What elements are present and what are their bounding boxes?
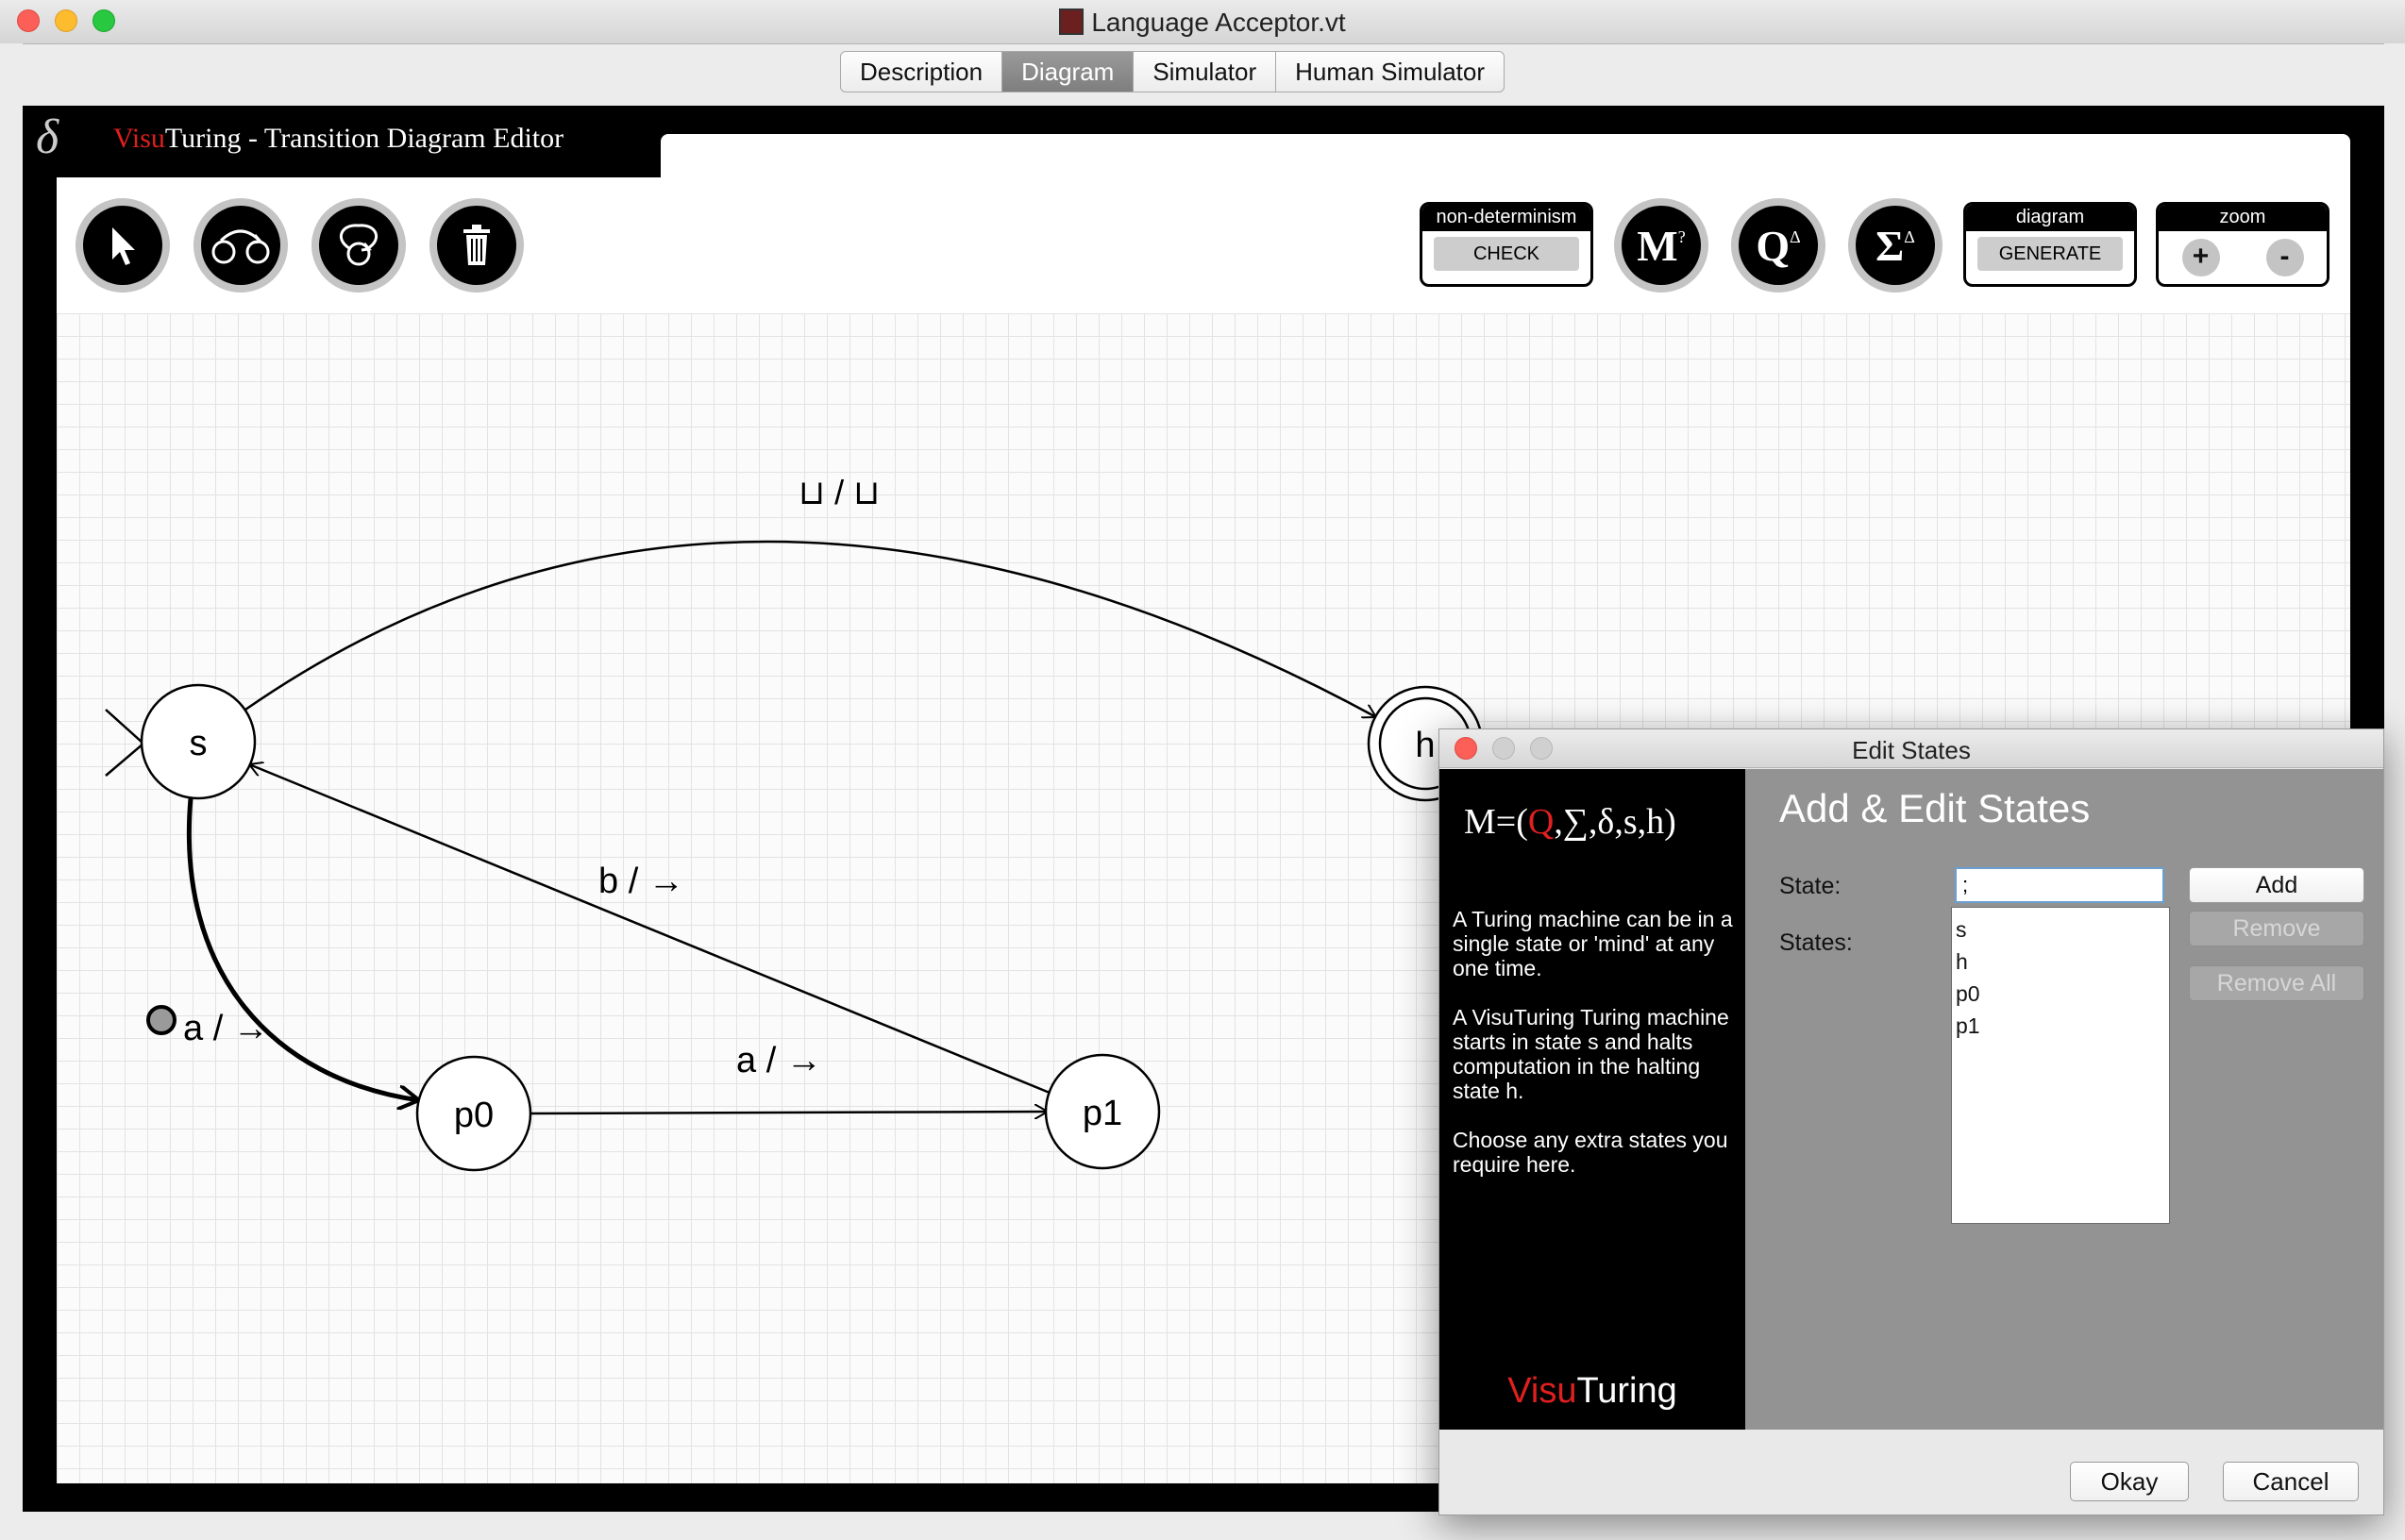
window-title-text: Language Acceptor.vt [1091,8,1346,37]
list-item[interactable]: h [1956,946,2165,978]
state-label: State: [1779,873,1842,899]
state-input[interactable] [1955,867,2164,903]
state-s-label: s [190,724,208,763]
states-list[interactable]: s h p0 p1 [1951,907,2170,1224]
help-text-3: Choose any extra states you require here… [1453,1128,1728,1177]
list-item[interactable]: p0 [1956,978,2165,1010]
edit-states-button[interactable]: QΔ [1731,198,1825,293]
formula-prefix: M=( [1464,802,1528,842]
dialog-info-panel: M=(Q,∑,δ,s,h) A Turing machine can be in… [1439,769,1745,1430]
help-text-2: A VisuTuring Turing machine starts in st… [1453,1005,1729,1103]
logo-visu: Visu [1507,1371,1577,1411]
state-p0-label: p0 [454,1096,494,1135]
add-button[interactable]: Add [2189,867,2364,903]
window-left-edge [0,43,23,1540]
remove-all-button[interactable]: Remove All [2189,965,2364,1001]
select-tool-button[interactable] [76,198,170,293]
state-p1[interactable]: p1 [1044,1053,1161,1170]
cancel-button[interactable]: Cancel [2223,1462,2359,1501]
transition-p1-to-s[interactable] [249,764,1051,1095]
dialog-form-panel: Add & Edit States State: Add States: s h… [1745,769,2383,1430]
okay-button[interactable]: Okay [2070,1462,2189,1501]
nondeterminism-header: non-determinism [1422,205,1590,231]
transition-handle[interactable] [146,1005,177,1035]
zoom-in-button[interactable]: + [2181,239,2220,276]
help-text-1: A Turing machine can be in a single stat… [1453,907,1733,980]
formula-suffix: ,∑,δ,s,h) [1554,802,1676,842]
transition-label-p1-s[interactable]: b / → [598,862,684,901]
transition-p0-to-p1[interactable] [528,1112,1048,1113]
document-icon [1059,8,1085,35]
editor-title: VisuTuring - Transition Diagram Editor [113,123,563,155]
window-right-edge [2384,43,2405,1540]
add-loop-tool-button[interactable] [311,198,406,293]
visuturing-logo: VisuTuring [1439,1371,1745,1412]
states-sup: Δ [1790,226,1801,246]
machine-formula: M=(Q,∑,δ,s,h) [1464,801,1676,843]
edit-states-dialog: Edit States M=(Q,∑,δ,s,h) A Turing machi… [1438,728,2384,1515]
editor-title-brand: Visu [113,123,165,154]
trash-icon [463,225,490,265]
window-title: Language Acceptor.vt [0,8,2405,38]
window-titlebar: Language Acceptor.vt [0,0,2405,44]
transition-s-to-h[interactable] [244,540,1376,717]
logo-turing: Turing [1576,1371,1677,1411]
delta-logo: δ [36,110,59,164]
delete-tool-button[interactable] [429,198,524,293]
generate-button[interactable]: GENERATE [1977,237,2123,271]
nondeterminism-panel: non-determinism CHECK [1420,202,1593,287]
diagram-header: diagram [1966,205,2134,231]
transition-s-to-p0[interactable] [187,797,419,1100]
start-state-marker [105,709,145,777]
panel-heading: Add & Edit States [1779,786,2091,830]
transition-label-s-p0[interactable]: a / → [183,1009,269,1048]
alphabet-sup: Δ [1904,226,1915,246]
states-glyph: Q [1756,221,1791,270]
state-s[interactable]: s [140,683,257,800]
alphabet-glyph: Σ [1875,221,1905,270]
transition-label-p0-p1[interactable]: a / → [736,1041,822,1080]
formula-q: Q [1527,802,1555,842]
check-button[interactable]: CHECK [1434,237,1579,271]
select-arrow-icon [112,227,135,265]
dialog-titlebar: Edit States [1439,729,2383,768]
editor-title-rest: Turing - Transition Diagram Editor [164,123,564,154]
tab-human-simulator[interactable]: Human Simulator [1276,52,1504,92]
edit-alphabet-button[interactable]: ΣΔ [1848,198,1942,293]
state-h-label: h [1415,726,1435,765]
add-transition-tool-button[interactable] [193,198,288,293]
transition-label-s-h[interactable]: ⊔ / ⊔ [799,473,880,511]
editor-header-strip [661,134,2350,177]
machine-definition-button[interactable]: M? [1614,198,1708,293]
tab-diagram[interactable]: Diagram [1002,52,1135,92]
zoom-out-button[interactable]: - [2265,239,2304,276]
machine-sup: ? [1677,226,1686,246]
state-p0[interactable]: p0 [415,1055,532,1172]
zoom-header: zoom [2159,205,2327,231]
machine-glyph: M [1637,221,1678,270]
main-tabs: Description Diagram Simulator Human Simu… [840,51,1505,92]
dialog-title: Edit States [1852,736,1971,764]
list-item[interactable]: s [1956,913,2165,946]
state-p1-label: p1 [1083,1094,1122,1133]
diagram-panel: diagram GENERATE [1963,202,2137,287]
zoom-panel: zoom + - [2156,202,2329,287]
add-transition-icon [211,229,270,264]
tab-simulator[interactable]: Simulator [1134,52,1277,92]
add-loop-icon [339,224,378,266]
list-item[interactable]: p1 [1956,1010,2165,1042]
states-label: States: [1779,929,1853,956]
remove-button[interactable]: Remove [2189,911,2364,946]
tab-description[interactable]: Description [841,52,1003,92]
